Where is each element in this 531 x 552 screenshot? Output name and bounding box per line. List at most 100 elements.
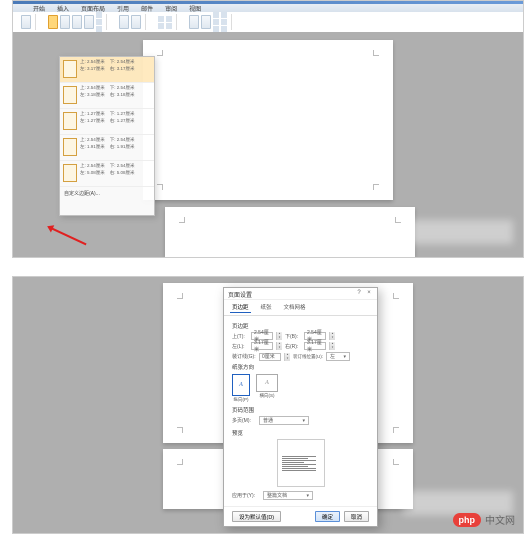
margin-guide: [177, 459, 183, 465]
ribbon-tab[interactable]: 插入: [57, 4, 69, 12]
landscape-icon: A: [265, 380, 269, 386]
dialog-help-icon[interactable]: ?: [355, 290, 363, 297]
columns-button[interactable]: [84, 15, 94, 29]
spinner-icon[interactable]: ▴▾: [329, 342, 335, 350]
margin-guide: [373, 50, 379, 56]
spacing-after[interactable]: [166, 23, 172, 29]
left-label: 左(L):: [232, 343, 248, 350]
dialog-titlebar: 页面设置 ? ×: [224, 288, 377, 300]
right-input[interactable]: 3.17厘米: [304, 342, 326, 350]
portrait-icon: A: [239, 382, 243, 388]
orientation-landscape[interactable]: A: [256, 374, 278, 392]
gutter-label: 装订线(G):: [232, 353, 256, 360]
margin-preset-icon: [63, 138, 77, 156]
margin-guide: [373, 184, 379, 190]
ribbon-group-pagesetup: [44, 14, 107, 30]
orientation-portrait[interactable]: A: [232, 374, 250, 396]
group-button[interactable]: [221, 19, 227, 25]
watermark-text: 中文网: [485, 512, 515, 527]
orientation-button[interactable]: [60, 15, 70, 29]
bottom-label: 下(B):: [285, 333, 301, 340]
spinner-icon[interactable]: ▴▾: [329, 332, 335, 340]
position-button[interactable]: [189, 15, 199, 29]
tab-paper[interactable]: 纸张: [259, 302, 274, 313]
dialog-tabs: 页边距 纸张 文档网格: [224, 300, 377, 316]
margin-option-last-custom[interactable]: 上: 2.54厘米下: 2.54厘米 左: 3.17厘米右: 3.17厘米: [60, 57, 154, 83]
ribbon-tab[interactable]: 视图: [189, 4, 201, 12]
ribbon-tab[interactable]: 邮件: [141, 4, 153, 12]
apply-to-label: 应用于(Y):: [232, 492, 260, 499]
margin-guide: [177, 427, 183, 433]
margin-option-normal[interactable]: 上: 2.54厘米下: 2.54厘米 左: 3.18厘米右: 3.18厘米: [60, 83, 154, 109]
margin-custom-link[interactable]: 自定义边距(A)...: [60, 187, 154, 200]
bring-forward[interactable]: [213, 12, 219, 18]
ribbon-group-arrange: [185, 14, 232, 30]
ok-button[interactable]: 确定: [315, 511, 340, 522]
dialog-footer: 设为默认值(D) 确定 取消: [224, 506, 377, 526]
page-color-button[interactable]: [131, 15, 141, 29]
paste-button[interactable]: [21, 15, 31, 29]
document-workspace: 页面设置 ? × 页边距 纸张 文档网格 页边距 上(T): 2.54厘米 ▴▾…: [13, 277, 523, 533]
margin-guide: [393, 459, 399, 465]
margin-guide: [393, 427, 399, 433]
indent-right[interactable]: [158, 23, 164, 29]
margin-option-moderate[interactable]: 上: 2.54厘米下: 2.54厘米 左: 1.91厘米右: 1.91厘米: [60, 135, 154, 161]
spinner-icon[interactable]: ▴▾: [276, 342, 282, 350]
preview-thumbnail: [277, 439, 325, 487]
indent-left[interactable]: [158, 16, 164, 22]
margin-guide: [179, 217, 185, 223]
page-setup-dialog: 页面设置 ? × 页边距 纸张 文档网格 页边距 上(T): 2.54厘米 ▴▾…: [223, 287, 378, 527]
apply-to-dropdown[interactable]: 整篇文档: [263, 491, 313, 500]
margin-preset-icon: [63, 112, 77, 130]
dialog-body: 页边距 上(T): 2.54厘米 ▴▾ 下(B): 2.54厘米 ▴▾ 左(L)…: [224, 316, 377, 506]
wrap-button[interactable]: [201, 15, 211, 29]
margin-guide: [157, 50, 163, 56]
ribbon-tab[interactable]: 页面布局: [81, 4, 105, 12]
screenshot-page-setup-dialog: 页面设置 ? × 页边距 纸张 文档网格 页边距 上(T): 2.54厘米 ▴▾…: [12, 276, 524, 534]
document-page-2[interactable]: [165, 207, 415, 257]
ribbon-tab[interactable]: 引用: [117, 4, 129, 12]
screenshot-word-margins: 开始 插入 页面布局 引用 邮件 审阅 视图: [12, 0, 524, 258]
document-workspace: 上: 2.54厘米下: 2.54厘米 左: 3.17厘米右: 3.17厘米 上:…: [13, 32, 523, 258]
margin-guide: [157, 184, 163, 190]
send-backward[interactable]: [213, 19, 219, 25]
ribbon-tab[interactable]: 审阅: [165, 4, 177, 12]
watermark-button[interactable]: [119, 15, 129, 29]
spinner-icon[interactable]: ▴▾: [276, 332, 282, 340]
pages-section-label: 页码范围: [232, 406, 369, 414]
multi-pages-dropdown[interactable]: 普通: [259, 416, 309, 425]
spinner-icon[interactable]: ▴▾: [284, 353, 290, 361]
line-numbers-button[interactable]: [96, 19, 102, 25]
ribbon-tab[interactable]: 开始: [33, 4, 45, 12]
breaks-button[interactable]: [96, 12, 102, 18]
orientation-section-label: 纸张方向: [232, 363, 369, 371]
multi-pages-label: 多页(M):: [232, 417, 256, 424]
watermark: php 中文网: [453, 512, 516, 527]
document-page-1[interactable]: [143, 40, 393, 200]
ribbon-content: [13, 12, 523, 32]
margin-preset-icon: [63, 60, 77, 78]
ribbon-tab-row: 开始 插入 页面布局 引用 邮件 审阅 视图: [13, 4, 523, 12]
tab-layout[interactable]: 文档网格: [282, 302, 308, 313]
margin-option-wide[interactable]: 上: 2.54厘米下: 2.54厘米 左: 5.08厘米右: 5.08厘米: [60, 161, 154, 187]
margin-preset-icon: [63, 164, 77, 182]
margins-button[interactable]: [48, 15, 58, 29]
tab-margins[interactable]: 页边距: [230, 302, 251, 313]
ribbon-group-paragraph: [154, 14, 177, 30]
gutter-pos-dropdown[interactable]: 左: [326, 352, 350, 361]
margins-section-label: 页边距: [232, 322, 369, 330]
set-default-button[interactable]: 设为默认值(D): [232, 511, 281, 522]
cancel-button[interactable]: 取消: [344, 511, 369, 522]
size-button[interactable]: [72, 15, 82, 29]
dialog-close-icon[interactable]: ×: [365, 290, 373, 297]
spacing-before[interactable]: [166, 16, 172, 22]
margin-guide: [393, 293, 399, 299]
left-input[interactable]: 3.17厘米: [251, 342, 273, 350]
margins-dropdown: 上: 2.54厘米下: 2.54厘米 左: 3.17厘米右: 3.17厘米 上:…: [59, 56, 155, 216]
watermark-blur: [403, 220, 513, 244]
margin-option-narrow[interactable]: 上: 1.27厘米下: 1.27厘米 左: 1.27厘米右: 1.27厘米: [60, 109, 154, 135]
align-button[interactable]: [221, 12, 227, 18]
margin-guide: [177, 293, 183, 299]
ribbon-group-clipboard: [17, 14, 36, 30]
gutter-input[interactable]: 0厘米: [259, 353, 281, 361]
